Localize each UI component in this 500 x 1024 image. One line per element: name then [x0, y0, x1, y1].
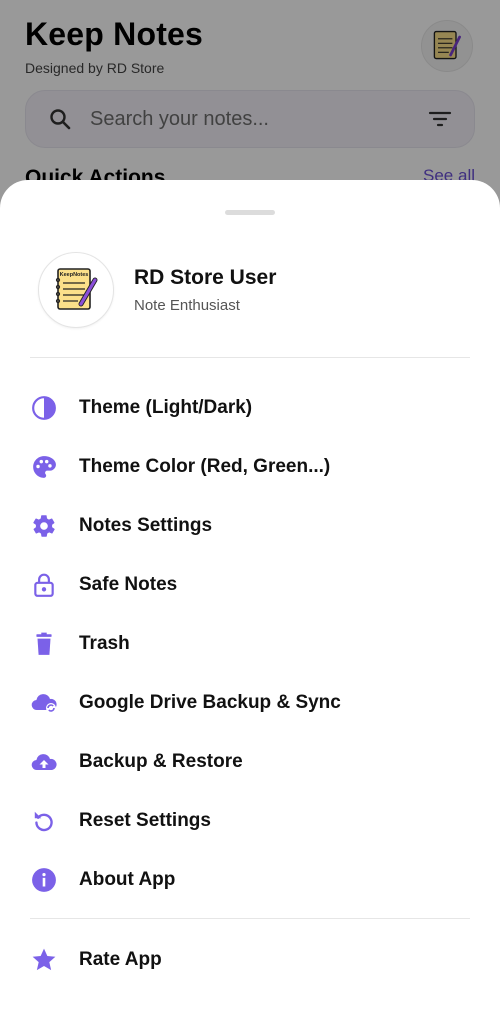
menu-item-label: Trash — [79, 632, 130, 654]
divider — [30, 357, 470, 358]
settings-menu: Theme (Light/Dark) Theme Color (Red, Gre… — [0, 378, 500, 909]
cloud-sync-icon — [30, 689, 58, 717]
menu-item-notes-settings[interactable]: Notes Settings — [0, 496, 500, 555]
menu-item-reset-settings[interactable]: Reset Settings — [0, 791, 500, 850]
star-icon — [30, 946, 58, 974]
menu-item-label: About App — [79, 868, 176, 890]
contrast-icon — [30, 394, 58, 422]
divider — [30, 918, 470, 919]
palette-icon — [30, 453, 58, 481]
reset-icon — [30, 807, 58, 835]
menu-item-label: Safe Notes — [79, 573, 178, 595]
gear-icon — [30, 512, 58, 540]
menu-item-label: Rate App — [79, 948, 162, 970]
menu-item-label: Theme Color (Red, Green...) — [79, 455, 331, 477]
menu-item-safe-notes[interactable]: Safe Notes — [0, 555, 500, 614]
profile-role: Note Enthusiast — [134, 297, 240, 314]
screen: Keep Notes Designed by RD Store Search y… — [0, 0, 500, 1024]
profile-avatar: KeepNotes — [38, 252, 114, 328]
menu-item-backup-restore[interactable]: Backup & Restore — [0, 732, 500, 791]
menu-item-label: Notes Settings — [79, 514, 213, 536]
menu-item-theme-color[interactable]: Theme Color (Red, Green...) — [0, 437, 500, 496]
trash-icon — [30, 630, 58, 658]
menu-item-about-app[interactable]: About App — [0, 850, 500, 909]
lock-icon — [30, 571, 58, 599]
menu-item-rate-app[interactable]: Rate App — [0, 930, 500, 989]
cloud-upload-icon — [30, 748, 58, 776]
menu-item-trash[interactable]: Trash — [0, 614, 500, 673]
menu-item-label: Theme (Light/Dark) — [79, 396, 253, 418]
menu-item-drive-sync[interactable]: Google Drive Backup & Sync — [0, 673, 500, 732]
rate-section: Rate App — [0, 930, 500, 989]
menu-item-theme[interactable]: Theme (Light/Dark) — [0, 378, 500, 437]
profile-header: KeepNotes RD Store User Note Enthusiast — [38, 252, 468, 328]
profile-text: RD Store User Note Enthusiast — [134, 266, 276, 314]
menu-item-label: Google Drive Backup & Sync — [79, 691, 341, 713]
menu-item-label: Reset Settings — [79, 809, 211, 831]
info-icon — [30, 866, 58, 894]
keepnotes-logo-icon: KeepNotes — [55, 268, 98, 310]
settings-bottom-sheet: KeepNotes RD Store User Note Enthusiast — [0, 180, 500, 1024]
profile-name: RD Store User — [134, 266, 277, 289]
drag-handle[interactable] — [225, 210, 275, 215]
logo-text: KeepNotes — [60, 272, 89, 278]
menu-item-label: Backup & Restore — [79, 750, 243, 772]
